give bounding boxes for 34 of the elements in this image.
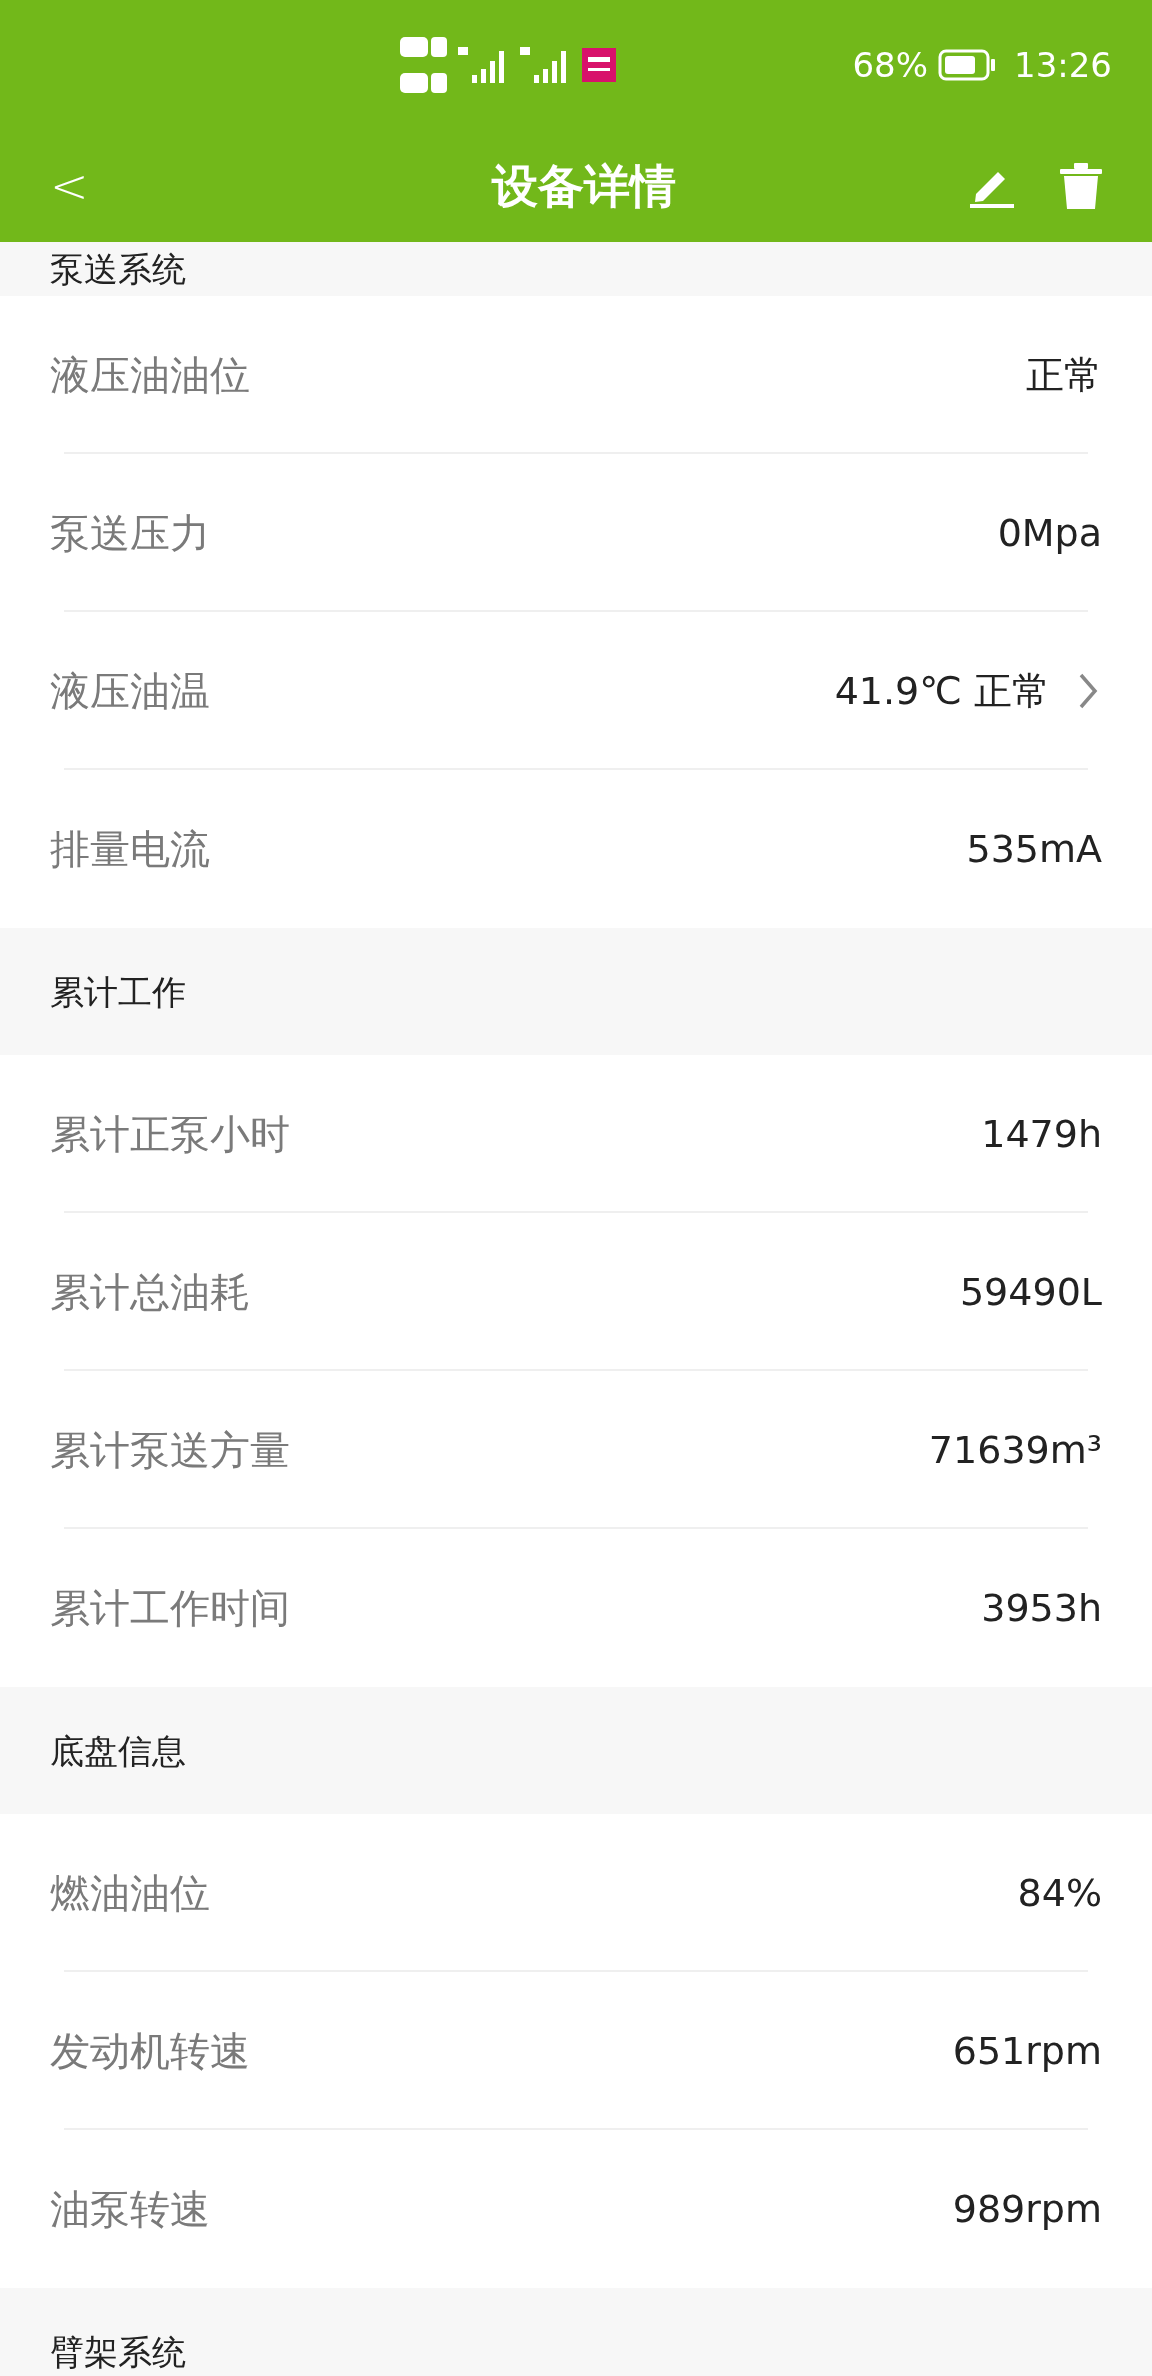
field-label: 排量电流: [50, 825, 210, 874]
field-value: 59490L: [959, 1268, 1102, 1316]
field-label: 累计总油耗: [50, 1268, 250, 1317]
section-title: 臂架系统: [50, 2332, 186, 2372]
field-label: 燃油油位: [50, 1869, 210, 1918]
field-value: 535mA: [966, 825, 1102, 873]
field-value: 正常: [1026, 351, 1102, 399]
section-title: 累计工作: [50, 971, 186, 1012]
field-value: 71639m³: [928, 1426, 1102, 1474]
field-label: 累计泵送方量: [50, 1426, 290, 1475]
section-title: 底盘信息: [50, 1730, 186, 1771]
field-value: 84%: [1017, 1869, 1102, 1917]
back-button[interactable]: <: [50, 151, 110, 221]
app-notification-icon: [582, 48, 616, 82]
section-title: 泵送系统: [50, 249, 186, 289]
battery-icon: [938, 49, 996, 81]
battery-percent: 68%: [852, 43, 928, 87]
field-label: 累计工作时间: [50, 1584, 290, 1633]
chevron-right-icon[interactable]: [1078, 672, 1098, 710]
field-label: 泵送压力: [50, 509, 210, 558]
clock: 13:26: [1014, 43, 1112, 87]
field-label: 液压油温: [50, 667, 210, 716]
field-value: 3953h: [981, 1584, 1102, 1632]
field-label: 累计正泵小时: [50, 1110, 290, 1159]
field-label: 液压油油位: [50, 351, 250, 400]
field-label: 发动机转速: [50, 2027, 250, 2076]
field-value: 0Mpa: [997, 509, 1102, 557]
field-label: 油泵转速: [50, 2185, 210, 2234]
field-value: 989rpm: [952, 2185, 1102, 2233]
field-value: 651rpm: [952, 2027, 1102, 2075]
delete-icon[interactable]: [1060, 163, 1102, 209]
field-value: 1479h: [981, 1110, 1102, 1158]
page-title: 设备详情: [490, 157, 677, 215]
field-value: 41.9℃ 正常: [834, 667, 1050, 715]
